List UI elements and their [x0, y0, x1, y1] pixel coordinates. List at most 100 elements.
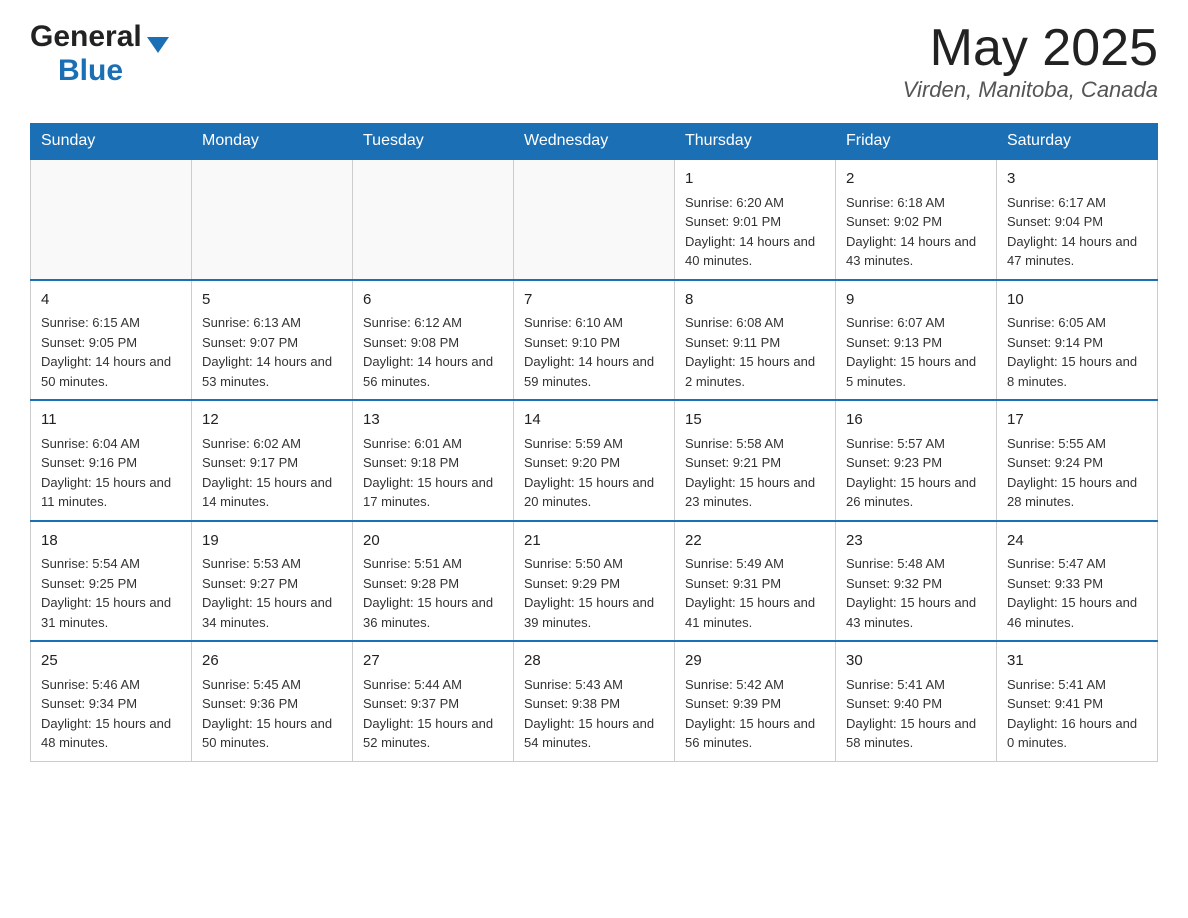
day-info: Sunrise: 6:13 AM Sunset: 9:07 PM Dayligh…: [202, 313, 342, 391]
day-cell: [353, 159, 514, 280]
day-number: 31: [1007, 650, 1147, 673]
day-info: Sunrise: 5:57 AM Sunset: 9:23 PM Dayligh…: [846, 434, 986, 512]
day-cell: 4Sunrise: 6:15 AM Sunset: 9:05 PM Daylig…: [31, 280, 192, 401]
day-number: 30: [846, 650, 986, 673]
calendar-table: SundayMondayTuesdayWednesdayThursdayFrid…: [30, 123, 1158, 762]
day-info: Sunrise: 5:54 AM Sunset: 9:25 PM Dayligh…: [41, 554, 181, 632]
day-number: 13: [363, 409, 503, 432]
day-number: 19: [202, 530, 342, 553]
day-number: 27: [363, 650, 503, 673]
day-cell: 15Sunrise: 5:58 AM Sunset: 9:21 PM Dayli…: [675, 400, 836, 521]
day-cell: 29Sunrise: 5:42 AM Sunset: 9:39 PM Dayli…: [675, 641, 836, 761]
day-number: 15: [685, 409, 825, 432]
day-number: 17: [1007, 409, 1147, 432]
day-info: Sunrise: 6:02 AM Sunset: 9:17 PM Dayligh…: [202, 434, 342, 512]
week-row-1: 1Sunrise: 6:20 AM Sunset: 9:01 PM Daylig…: [31, 159, 1158, 280]
day-info: Sunrise: 6:08 AM Sunset: 9:11 PM Dayligh…: [685, 313, 825, 391]
day-info: Sunrise: 5:41 AM Sunset: 9:40 PM Dayligh…: [846, 675, 986, 753]
day-info: Sunrise: 5:43 AM Sunset: 9:38 PM Dayligh…: [524, 675, 664, 753]
day-number: 11: [41, 409, 181, 432]
day-number: 20: [363, 530, 503, 553]
day-cell: 22Sunrise: 5:49 AM Sunset: 9:31 PM Dayli…: [675, 521, 836, 642]
day-info: Sunrise: 5:42 AM Sunset: 9:39 PM Dayligh…: [685, 675, 825, 753]
day-cell: [31, 159, 192, 280]
day-info: Sunrise: 5:50 AM Sunset: 9:29 PM Dayligh…: [524, 554, 664, 632]
day-number: 22: [685, 530, 825, 553]
day-number: 21: [524, 530, 664, 553]
week-row-4: 18Sunrise: 5:54 AM Sunset: 9:25 PM Dayli…: [31, 521, 1158, 642]
week-row-5: 25Sunrise: 5:46 AM Sunset: 9:34 PM Dayli…: [31, 641, 1158, 761]
day-info: Sunrise: 5:55 AM Sunset: 9:24 PM Dayligh…: [1007, 434, 1147, 512]
col-header-sunday: Sunday: [31, 124, 192, 160]
day-cell: [514, 159, 675, 280]
day-cell: 23Sunrise: 5:48 AM Sunset: 9:32 PM Dayli…: [836, 521, 997, 642]
day-number: 26: [202, 650, 342, 673]
col-header-thursday: Thursday: [675, 124, 836, 160]
day-cell: 17Sunrise: 5:55 AM Sunset: 9:24 PM Dayli…: [997, 400, 1158, 521]
day-number: 12: [202, 409, 342, 432]
day-number: 3: [1007, 168, 1147, 191]
day-info: Sunrise: 6:07 AM Sunset: 9:13 PM Dayligh…: [846, 313, 986, 391]
day-info: Sunrise: 5:48 AM Sunset: 9:32 PM Dayligh…: [846, 554, 986, 632]
day-number: 24: [1007, 530, 1147, 553]
day-cell: 9Sunrise: 6:07 AM Sunset: 9:13 PM Daylig…: [836, 280, 997, 401]
day-cell: 20Sunrise: 5:51 AM Sunset: 9:28 PM Dayli…: [353, 521, 514, 642]
day-cell: 8Sunrise: 6:08 AM Sunset: 9:11 PM Daylig…: [675, 280, 836, 401]
day-info: Sunrise: 6:05 AM Sunset: 9:14 PM Dayligh…: [1007, 313, 1147, 391]
title-block: May 2025 Virden, Manitoba, Canada: [903, 20, 1158, 103]
day-cell: 27Sunrise: 5:44 AM Sunset: 9:37 PM Dayli…: [353, 641, 514, 761]
day-cell: 2Sunrise: 6:18 AM Sunset: 9:02 PM Daylig…: [836, 159, 997, 280]
day-cell: 26Sunrise: 5:45 AM Sunset: 9:36 PM Dayli…: [192, 641, 353, 761]
page-header: General Blue May 2025 Virden, Manitoba, …: [30, 20, 1158, 103]
day-info: Sunrise: 6:10 AM Sunset: 9:10 PM Dayligh…: [524, 313, 664, 391]
day-cell: 7Sunrise: 6:10 AM Sunset: 9:10 PM Daylig…: [514, 280, 675, 401]
day-cell: 24Sunrise: 5:47 AM Sunset: 9:33 PM Dayli…: [997, 521, 1158, 642]
day-info: Sunrise: 5:53 AM Sunset: 9:27 PM Dayligh…: [202, 554, 342, 632]
day-info: Sunrise: 5:58 AM Sunset: 9:21 PM Dayligh…: [685, 434, 825, 512]
month-year-title: May 2025: [903, 20, 1158, 77]
day-number: 1: [685, 168, 825, 191]
day-cell: 1Sunrise: 6:20 AM Sunset: 9:01 PM Daylig…: [675, 159, 836, 280]
day-info: Sunrise: 5:49 AM Sunset: 9:31 PM Dayligh…: [685, 554, 825, 632]
day-number: 5: [202, 289, 342, 312]
day-cell: 30Sunrise: 5:41 AM Sunset: 9:40 PM Dayli…: [836, 641, 997, 761]
day-cell: 21Sunrise: 5:50 AM Sunset: 9:29 PM Dayli…: [514, 521, 675, 642]
day-cell: 13Sunrise: 6:01 AM Sunset: 9:18 PM Dayli…: [353, 400, 514, 521]
week-row-3: 11Sunrise: 6:04 AM Sunset: 9:16 PM Dayli…: [31, 400, 1158, 521]
day-number: 16: [846, 409, 986, 432]
day-info: Sunrise: 6:04 AM Sunset: 9:16 PM Dayligh…: [41, 434, 181, 512]
day-cell: 25Sunrise: 5:46 AM Sunset: 9:34 PM Dayli…: [31, 641, 192, 761]
day-info: Sunrise: 5:51 AM Sunset: 9:28 PM Dayligh…: [363, 554, 503, 632]
day-number: 23: [846, 530, 986, 553]
day-cell: 5Sunrise: 6:13 AM Sunset: 9:07 PM Daylig…: [192, 280, 353, 401]
day-number: 2: [846, 168, 986, 191]
day-cell: 18Sunrise: 5:54 AM Sunset: 9:25 PM Dayli…: [31, 521, 192, 642]
day-cell: 11Sunrise: 6:04 AM Sunset: 9:16 PM Dayli…: [31, 400, 192, 521]
day-info: Sunrise: 6:15 AM Sunset: 9:05 PM Dayligh…: [41, 313, 181, 391]
logo-arrow-icon: [147, 37, 169, 53]
day-cell: 10Sunrise: 6:05 AM Sunset: 9:14 PM Dayli…: [997, 280, 1158, 401]
day-cell: 19Sunrise: 5:53 AM Sunset: 9:27 PM Dayli…: [192, 521, 353, 642]
day-info: Sunrise: 6:01 AM Sunset: 9:18 PM Dayligh…: [363, 434, 503, 512]
day-number: 7: [524, 289, 664, 312]
day-info: Sunrise: 5:45 AM Sunset: 9:36 PM Dayligh…: [202, 675, 342, 753]
day-info: Sunrise: 6:18 AM Sunset: 9:02 PM Dayligh…: [846, 193, 986, 271]
day-cell: [192, 159, 353, 280]
day-info: Sunrise: 5:41 AM Sunset: 9:41 PM Dayligh…: [1007, 675, 1147, 753]
day-cell: 31Sunrise: 5:41 AM Sunset: 9:41 PM Dayli…: [997, 641, 1158, 761]
week-row-2: 4Sunrise: 6:15 AM Sunset: 9:05 PM Daylig…: [31, 280, 1158, 401]
day-info: Sunrise: 6:20 AM Sunset: 9:01 PM Dayligh…: [685, 193, 825, 271]
day-number: 29: [685, 650, 825, 673]
col-header-saturday: Saturday: [997, 124, 1158, 160]
day-number: 28: [524, 650, 664, 673]
col-header-friday: Friday: [836, 124, 997, 160]
calendar-header-row: SundayMondayTuesdayWednesdayThursdayFrid…: [31, 124, 1158, 160]
logo-general-text: General: [30, 20, 142, 54]
day-info: Sunrise: 5:59 AM Sunset: 9:20 PM Dayligh…: [524, 434, 664, 512]
day-number: 25: [41, 650, 181, 673]
day-number: 10: [1007, 289, 1147, 312]
day-cell: 14Sunrise: 5:59 AM Sunset: 9:20 PM Dayli…: [514, 400, 675, 521]
col-header-tuesday: Tuesday: [353, 124, 514, 160]
day-cell: 16Sunrise: 5:57 AM Sunset: 9:23 PM Dayli…: [836, 400, 997, 521]
day-number: 14: [524, 409, 664, 432]
